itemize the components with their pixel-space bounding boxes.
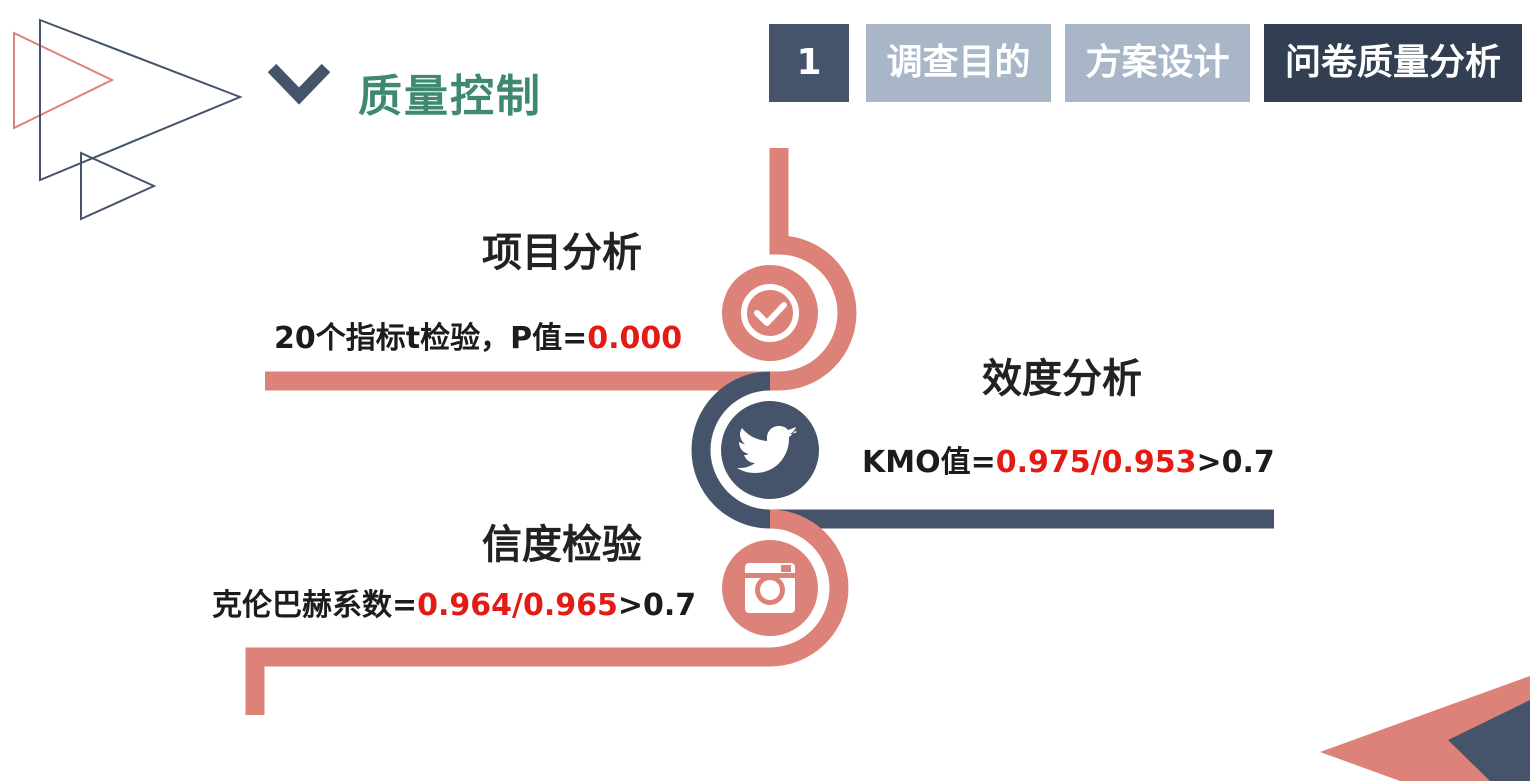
stat-label: 克伦巴赫系数= bbox=[212, 588, 418, 623]
section-number: 1 bbox=[769, 24, 849, 102]
node-item-analysis bbox=[722, 265, 818, 361]
background-graphics bbox=[13, 18, 1530, 781]
deco-triangle-salmon bbox=[13, 31, 115, 130]
instagram-camera-icon bbox=[745, 563, 795, 613]
heading-validity-analysis: 效度分析 bbox=[982, 356, 1142, 402]
stat-value: 0.964/0.965 bbox=[417, 588, 618, 623]
stat-threshold: >0.7 bbox=[1196, 445, 1275, 480]
heading-reliability-test: 信度检验 bbox=[482, 522, 642, 568]
stat-validity-analysis: KMO值=0.975/0.953>0.7 bbox=[862, 437, 1275, 481]
stat-threshold: >0.7 bbox=[617, 588, 697, 623]
tab-questionnaire-quality-analysis[interactable]: 问卷质量分析 bbox=[1264, 24, 1522, 102]
chevron-down-icon bbox=[268, 63, 330, 105]
stat-value: 0.975/0.953 bbox=[995, 445, 1197, 480]
stat-item-analysis: 20个指标t检验，P值=0.000 bbox=[274, 313, 682, 357]
page-title: 质量控制 bbox=[358, 71, 542, 122]
stat-label: 20个指标t检验，P值= bbox=[274, 321, 588, 356]
stat-label: KMO值= bbox=[862, 445, 996, 480]
deco-triangle-navy-small bbox=[80, 151, 157, 221]
stat-value: 0.000 bbox=[587, 321, 683, 356]
tab-plan-design[interactable]: 方案设计 bbox=[1065, 24, 1250, 102]
stat-reliability-test: 克伦巴赫系数=0.964/0.965>0.7 bbox=[212, 580, 696, 624]
tab-survey-purpose[interactable]: 调查目的 bbox=[866, 24, 1051, 102]
heading-item-analysis: 项目分析 bbox=[482, 230, 642, 276]
